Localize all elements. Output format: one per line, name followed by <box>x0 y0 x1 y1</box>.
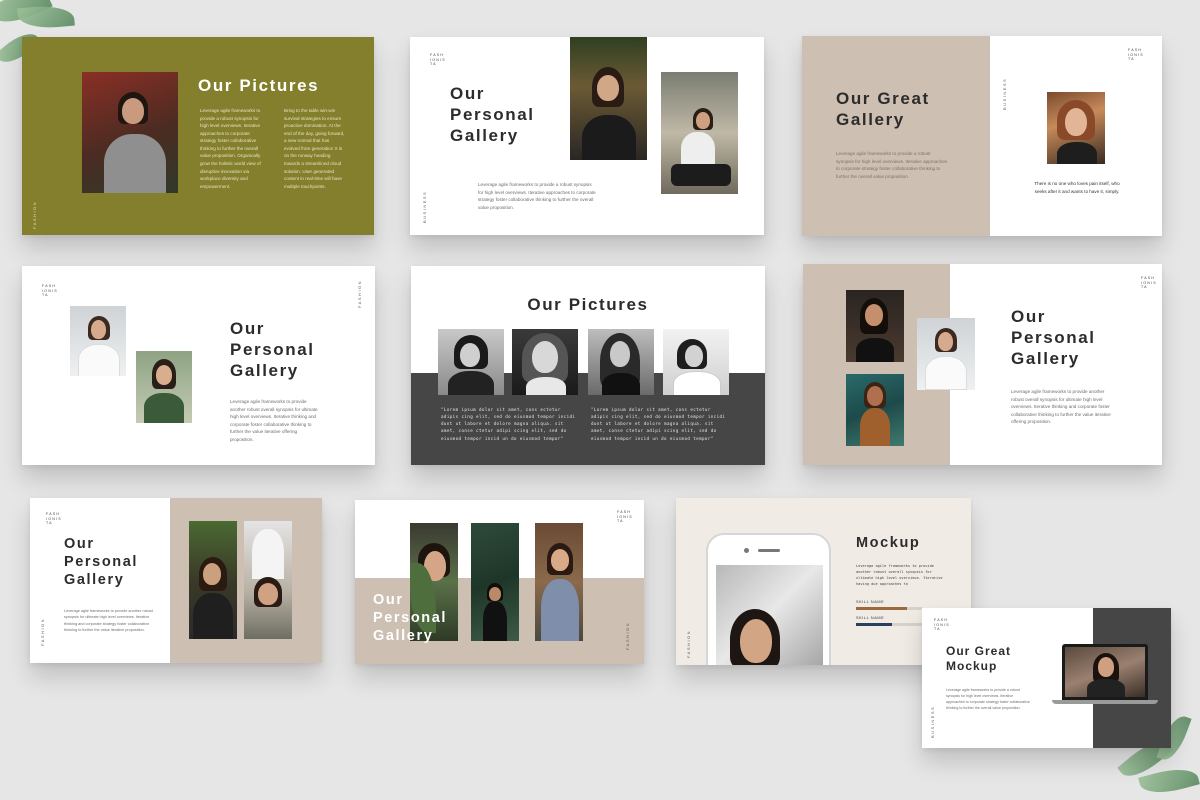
bw-portrait-photo-2 <box>512 329 578 395</box>
brand-logo: FASHIONISTA <box>1128 48 1144 62</box>
side-label: BUSINESS <box>1002 77 1007 110</box>
side-label: FASHION <box>625 621 630 650</box>
side-label: BUSINESS <box>930 705 935 738</box>
quote-right: "Lorem ipsum dolor sit amet, cons ectetu… <box>591 407 726 441</box>
woman-leaves-photo <box>189 521 237 639</box>
slide-our-personal-gallery-3[interactable]: FASHIONISTA Our Personal Gallery Leverag… <box>803 264 1162 465</box>
slide-our-great-gallery[interactable]: Our Great Gallery Leverage agile framewo… <box>802 36 1162 236</box>
woman-hand-face-photo <box>1047 92 1105 164</box>
slide-body: Leverage agile frameworks to provide ano… <box>856 564 943 586</box>
slide-our-personal-gallery-1[interactable]: FASHIONISTA Our Personal Gallery Leverag… <box>410 37 764 235</box>
slide-title: Our Great Mockup <box>946 644 1012 673</box>
phone-mockup <box>706 533 831 665</box>
side-label: FASHION <box>686 629 691 658</box>
skill-bar-1-fill <box>856 607 908 610</box>
brand-logo: FASHIONISTA <box>617 510 633 524</box>
woman-sunglasses-photo <box>570 37 647 160</box>
laptop-base <box>1052 700 1158 704</box>
woman-white-shirt-photo <box>917 318 975 390</box>
side-label: FASHION <box>40 617 45 646</box>
woman-white-shirt-photo <box>70 306 126 376</box>
bw-portrait-photo-1 <box>438 329 504 395</box>
quote-left: "Lorem ipsum dolor sit amet, cons ectetu… <box>441 407 576 441</box>
taupe-panel <box>802 36 990 236</box>
slide-our-great-mockup[interactable]: FASHIONISTA Our Great Mockup Leverage ag… <box>922 608 1171 748</box>
slide-our-personal-gallery-2[interactable]: FASHIONISTA FASHION Our Personal Gallery… <box>22 266 375 465</box>
woman-dark-portrait-photo <box>846 290 904 362</box>
slide-our-pictures-charcoal[interactable]: Our Pictures "Lorem ipsum dolor sit amet… <box>411 266 765 465</box>
slide-body: Leverage agile frameworks to provide a r… <box>836 151 948 179</box>
slide-title: Mockup <box>856 535 921 551</box>
woman-ivy-wall-photo <box>471 523 519 641</box>
slide-body-right: Bring to the table win-win survival stra… <box>284 108 345 189</box>
phone-speaker <box>758 549 780 552</box>
brand-logo: FASHIONISTA <box>46 512 62 526</box>
slide-our-personal-gallery-4[interactable]: FASHIONISTA Our Personal Gallery Leverag… <box>30 498 322 663</box>
slide-title: Our Great Gallery <box>836 89 930 130</box>
brand-logo: FASHIONISTA <box>430 53 446 67</box>
slide-title: Our Personal Gallery <box>1011 307 1096 369</box>
slide-caption: There is no one who loves pain itself, w… <box>1034 181 1120 194</box>
woman-sitting-photo <box>661 72 738 194</box>
woman-green-top-photo <box>136 351 192 423</box>
slide-title: Our Personal Gallery <box>450 84 535 146</box>
skill-label-2: SKILL NAME <box>856 616 885 620</box>
side-label: BUSINESS <box>422 190 427 223</box>
slide-our-pictures-olive[interactable]: Our Pictures Leverage agile frameworks t… <box>22 37 374 235</box>
woman-floral-photo <box>846 374 904 446</box>
slide-title: Our Pictures <box>527 295 649 314</box>
slide-body: Leverage agile frameworks to provide a r… <box>946 688 1030 710</box>
phone-camera <box>744 548 749 553</box>
slide-our-personal-gallery-5[interactable]: FASHIONISTA Our Personal Gallery FASHION <box>355 500 644 664</box>
skill-label-1: SKILL NAME <box>856 600 885 604</box>
brand-logo: FASHIONISTA <box>42 284 58 298</box>
woman-lying-photo <box>244 521 292 639</box>
laptop-mockup <box>1062 644 1148 700</box>
slide-body: Leverage agile frameworks to provide ano… <box>64 609 153 632</box>
bw-portrait-photo-4 <box>663 329 729 395</box>
slide-body: Leverage agile frameworks to provide ano… <box>230 399 318 442</box>
brand-logo: FASHIONISTA <box>1141 276 1157 290</box>
slide-body-left: Leverage agile frameworks to provide a r… <box>200 108 261 189</box>
slide-title: Our Personal Gallery <box>64 536 139 588</box>
skill-bar-1 <box>856 607 922 610</box>
brand-logo: FASHIONISTA <box>934 618 950 632</box>
side-label: FASHION <box>357 279 362 308</box>
skill-bar-2-fill <box>856 623 893 626</box>
slide-body: Leverage agile frameworks to provide a r… <box>478 182 596 210</box>
slide-title: Our Personal Gallery <box>230 319 315 381</box>
slide-title: Our Personal Gallery <box>373 592 448 644</box>
phone-screen-photo <box>716 565 823 665</box>
woman-portrait-photo <box>82 72 178 193</box>
slide-title: Our Pictures <box>198 76 320 95</box>
bw-portrait-photo-3 <box>588 329 654 395</box>
skill-bar-2 <box>856 623 922 626</box>
laptop-screen-photo <box>1065 647 1145 697</box>
woman-bright-photo <box>535 523 583 641</box>
slide-body: Leverage agile frameworks to provide ano… <box>1011 389 1111 425</box>
side-label: FASHION <box>32 200 37 229</box>
